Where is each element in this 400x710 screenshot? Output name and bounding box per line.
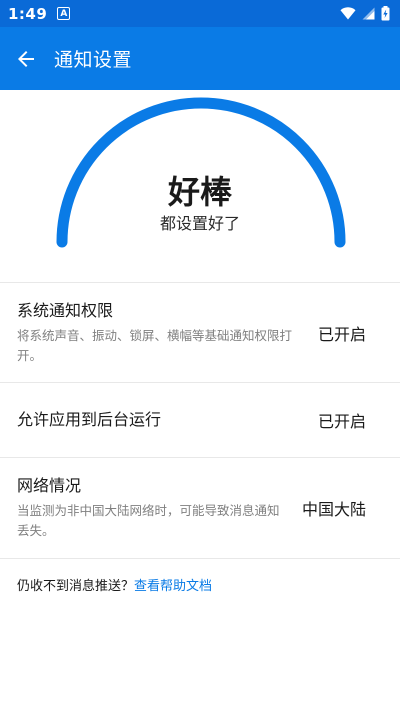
setting-description: 当监测为非中国大陆网络时，可能导致消息通知丢失。 — [17, 503, 280, 538]
status-hero: 好棒 都设置好了 — [0, 90, 400, 282]
setting-value: 已开启 — [317, 412, 366, 431]
status-bar: 1:49 A — [0, 0, 400, 27]
app-notification-icon: A — [57, 7, 71, 20]
help-line: 仍收不到消息推送？查看帮助文档 — [17, 575, 212, 594]
hero-title: 好棒 — [167, 173, 232, 211]
help-docs-link[interactable]: 查看帮助文档 — [134, 579, 212, 594]
setting-description: 将系统声音、振动、锁屏、横幅等基础通知权限打开。 — [17, 327, 293, 363]
setting-title: 允许应用到后台运行 — [17, 410, 162, 429]
setting-row-notification-permission[interactable]: 系统通知权限 将系统声音、振动、锁屏、横幅等基础通知权限打开。 已开启 — [0, 283, 400, 382]
setting-title: 网络情况 — [17, 476, 82, 495]
hero-subtitle: 都设置好了 — [159, 214, 240, 233]
wifi-icon — [340, 7, 356, 20]
signal-icon — [362, 7, 375, 20]
setting-title: 系统通知权限 — [17, 300, 114, 320]
app-bar: 通知设置 — [0, 27, 400, 90]
battery-charging-icon — [381, 6, 390, 21]
back-button[interactable] — [0, 27, 52, 90]
setting-row-background-run[interactable]: 允许应用到后台运行 已开启 — [0, 383, 400, 457]
status-icons — [340, 6, 390, 21]
setting-row-network[interactable]: 网络情况 当监测为非中国大陆网络时，可能导致消息通知丢失。 中国大陆 — [0, 458, 400, 558]
setting-value: 已开启 — [317, 324, 366, 344]
status-time: 1:49 — [8, 4, 48, 23]
arrow-left-icon — [18, 50, 34, 67]
page-title: 通知设置 — [54, 49, 133, 71]
divider — [0, 558, 400, 559]
help-prompt: 仍收不到消息推送？ — [17, 579, 135, 594]
setting-value: 中国大陆 — [301, 500, 366, 519]
